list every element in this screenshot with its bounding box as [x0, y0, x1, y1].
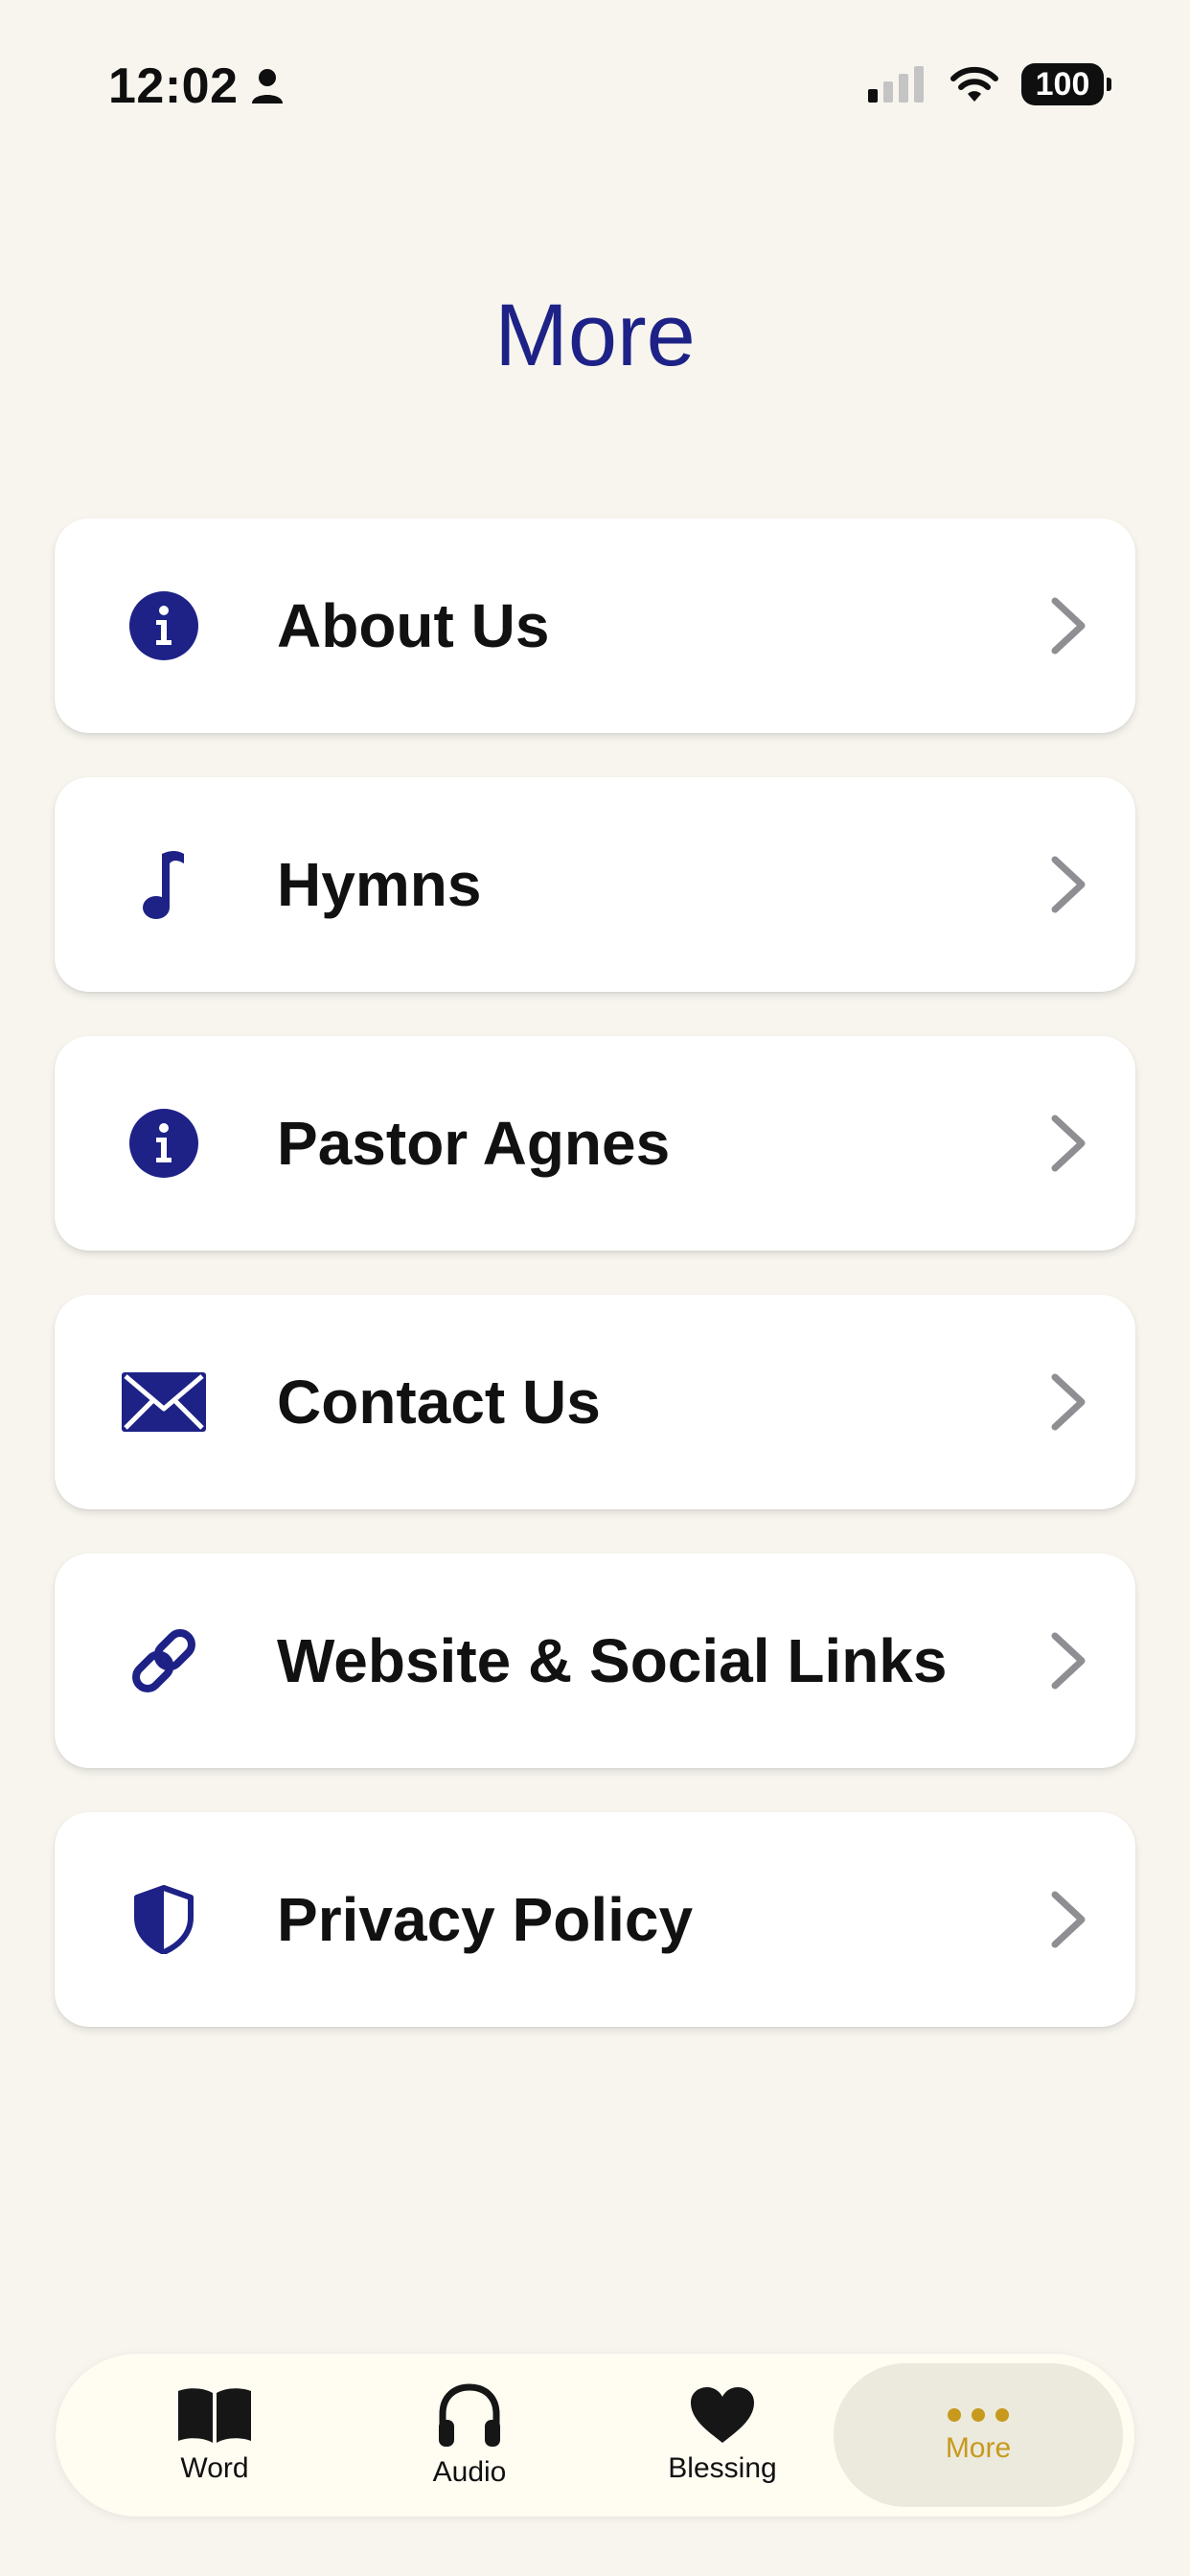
status-time: 12:02: [108, 58, 285, 115]
menu-item-contact-us[interactable]: Contact Us: [55, 1295, 1135, 1509]
tab-more[interactable]: More: [834, 2363, 1123, 2507]
page-title: More: [494, 287, 696, 384]
tab-word[interactable]: Word: [90, 2354, 339, 2517]
ellipsis-icon: [948, 2408, 1009, 2422]
tab-audio[interactable]: Audio: [345, 2354, 594, 2517]
tab-blessing[interactable]: Blessing: [598, 2354, 847, 2517]
tab-label: Word: [180, 2452, 249, 2484]
menu-item-label: Privacy Policy: [277, 1885, 694, 1954]
chevron-right-icon: [1051, 856, 1086, 913]
menu-item-website-social-links[interactable]: Website & Social Links: [55, 1553, 1135, 1768]
status-time-text: 12:02: [108, 58, 239, 114]
tab-label: Audio: [432, 2456, 507, 2488]
menu-item-label: Pastor Agnes: [277, 1109, 671, 1178]
chevron-right-icon: [1051, 1373, 1086, 1431]
tab-bar: Word Audio Blessing More: [56, 2354, 1134, 2517]
menu-list: About Us Hymns Pastor Agnes Contact Us W…: [55, 518, 1135, 2071]
heart-icon: [691, 2387, 754, 2443]
battery-indicator: 100: [1021, 63, 1111, 105]
info-circle-icon: [116, 578, 212, 674]
music-note-icon: [116, 837, 212, 932]
menu-item-pastor-agnes[interactable]: Pastor Agnes: [55, 1036, 1135, 1251]
person-icon: [251, 69, 283, 104]
menu-item-label: Website & Social Links: [277, 1626, 948, 1695]
chevron-right-icon: [1051, 1891, 1086, 1948]
menu-item-label: About Us: [277, 591, 550, 660]
chevron-right-icon: [1051, 597, 1086, 655]
menu-item-label: Hymns: [277, 850, 482, 919]
chevron-right-icon: [1051, 1115, 1086, 1172]
battery-level: 100: [1035, 65, 1090, 103]
status-bar: 12:02 100: [0, 0, 1190, 172]
menu-item-label: Contact Us: [277, 1368, 601, 1437]
tab-label: Blessing: [668, 2452, 777, 2484]
wifi-icon: [950, 66, 998, 102]
status-icons: 100: [868, 63, 1111, 105]
menu-item-hymns[interactable]: Hymns: [55, 777, 1135, 992]
headphones-icon: [439, 2383, 500, 2447]
link-icon: [116, 1613, 212, 1709]
envelope-icon: [116, 1354, 212, 1450]
cellular-signal-icon: [868, 66, 924, 103]
chevron-right-icon: [1051, 1632, 1086, 1690]
tab-label: More: [945, 2432, 1012, 2464]
menu-item-about-us[interactable]: About Us: [55, 518, 1135, 733]
menu-item-privacy-policy[interactable]: Privacy Policy: [55, 1812, 1135, 2027]
info-circle-icon: [116, 1095, 212, 1191]
shield-icon: [116, 1872, 212, 1967]
book-icon: [178, 2388, 251, 2443]
